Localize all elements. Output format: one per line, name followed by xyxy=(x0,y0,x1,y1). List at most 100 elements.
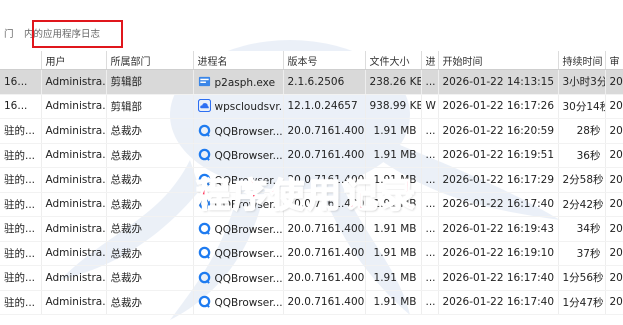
row-id-cell: 驻的... xyxy=(0,143,42,168)
duration-cell: 37秒 xyxy=(558,241,606,266)
file-size-cell: 1.91 MB xyxy=(365,265,422,291)
row-id-cell: 驻的... xyxy=(0,167,42,193)
flag-cell: ... xyxy=(421,265,439,291)
duration-cell: 34秒 xyxy=(558,216,606,242)
table-row[interactable]: 驻的... Administra... 总裁办 QQBrowser.... 20.0.7… xyxy=(0,143,623,168)
process-name-cell: QQBrowser.... xyxy=(193,290,284,315)
process-name-cell: QQBrowser.... xyxy=(193,118,284,144)
user-cell: Administra... xyxy=(41,69,107,95)
user-cell: Administra... xyxy=(41,143,107,168)
qqbrowser-icon xyxy=(198,295,215,309)
audit-cell: 202 xyxy=(605,69,623,95)
table-row[interactable]: 16... Administra... 剪辑部 wpscloudsvr... 12.1.… xyxy=(0,94,623,119)
user-cell: Administra... xyxy=(41,94,107,119)
column-header[interactable]: 持续时间 xyxy=(558,51,606,70)
qqbrowser-icon xyxy=(198,148,215,162)
start-time-cell: 2026-01-22 16:17:40 xyxy=(438,265,559,291)
row-id-cell: 驻的... xyxy=(0,241,42,266)
table-row[interactable]: 驻的... Administra... 总裁办 QQBrowser.... 20.0.7… xyxy=(0,241,623,266)
duration-cell: 2分58秒 xyxy=(558,167,606,193)
flag-cell: ... xyxy=(421,192,439,217)
start-time-cell: 2026-01-22 16:19:51 xyxy=(438,143,559,168)
table-row[interactable]: 驻的... Administra... 总裁办 QQBrowser.... 20.0.7… xyxy=(0,290,623,315)
version-cell: 20.0.7161.400 xyxy=(283,143,366,168)
dept-cell: 剪辑部 xyxy=(106,69,194,95)
table-row[interactable]: 驻的... Administra... 总裁办 QQBrowser.... 20.0.7… xyxy=(0,216,623,242)
flag-cell: ... xyxy=(421,167,439,193)
version-cell: 20.0.7161.400 xyxy=(283,265,366,291)
start-time-cell: 2026-01-22 16:17:29 xyxy=(438,167,559,193)
start-time-cell: 2026-01-22 16:19:10 xyxy=(438,241,559,266)
process-name-cell: QQBrowser.... xyxy=(193,241,284,266)
start-time-cell: 2026-01-22 16:17:26 xyxy=(438,94,559,119)
start-time-cell: 2026-01-22 16:20:59 xyxy=(438,118,559,144)
column-header[interactable] xyxy=(0,51,42,70)
audit-cell: 202 xyxy=(605,290,623,315)
dept-cell: 总裁办 xyxy=(106,216,194,242)
row-id-cell: 驻的... xyxy=(0,192,42,217)
row-id-cell: 16... xyxy=(0,94,42,119)
audit-cell: 202 xyxy=(605,241,623,266)
column-header[interactable]: 文件大小 xyxy=(365,51,422,70)
audit-cell: 202 xyxy=(605,265,623,291)
user-cell: Administra... xyxy=(41,167,107,193)
column-header[interactable]: 审 xyxy=(605,51,623,70)
column-header[interactable]: 用户 xyxy=(41,51,107,70)
row-id-cell: 驻的... xyxy=(0,290,42,315)
highlight-box xyxy=(32,20,123,48)
wps-cloud-icon xyxy=(197,99,215,113)
file-size-cell: 1.91 MB xyxy=(365,290,422,315)
dept-cell: 总裁办 xyxy=(106,192,194,217)
table-row[interactable]: 16... Administra... 剪辑部 p2asph.exe 2.1.6.250… xyxy=(0,69,623,95)
p2asph-icon xyxy=(198,76,215,89)
flag-cell: ... xyxy=(421,69,439,95)
duration-cell: 2分42秒 xyxy=(558,192,606,217)
file-size-cell: 938.99 KB xyxy=(365,94,422,119)
duration-cell: 1分56秒 xyxy=(558,265,606,291)
dept-cell: 总裁办 xyxy=(106,143,194,168)
process-name-cell: p2asph.exe xyxy=(193,69,284,95)
version-cell: 12.1.0.24657 xyxy=(283,94,366,119)
start-time-cell: 2026-01-22 16:17:40 xyxy=(438,290,559,315)
process-name-text: QQBrowser.... xyxy=(214,150,283,163)
flag-cell: W xyxy=(421,94,439,119)
duration-cell: 3小时3分 xyxy=(558,69,606,95)
column-header[interactable]: 版本号 xyxy=(283,51,366,70)
row-id-cell: 驻的... xyxy=(0,216,42,242)
table-row[interactable]: 驻的... Administra... 总裁办 QQBrowser.... 20.0.7… xyxy=(0,118,623,144)
version-cell: 20.0.7161.400 xyxy=(283,290,366,315)
process-name-text: QQBrowser.... xyxy=(214,297,283,310)
user-cell: Administra... xyxy=(41,216,107,242)
process-name-text: QQBrowser.... xyxy=(214,223,283,236)
process-name-cell: QQBrowser.... xyxy=(193,216,284,242)
user-cell: Administra... xyxy=(41,265,107,291)
flag-cell: ... xyxy=(421,241,439,266)
column-header[interactable]: 进 xyxy=(421,51,439,70)
overlay-caption: 程序使用记录 xyxy=(195,175,418,217)
process-name-text: QQBrowser.... xyxy=(214,272,283,285)
process-name-text: QQBrowser.... xyxy=(214,125,283,138)
user-cell: Administra... xyxy=(41,290,107,315)
dept-cell: 总裁办 xyxy=(106,241,194,266)
version-cell: 2.1.6.2506 xyxy=(283,69,366,95)
qqbrowser-icon xyxy=(198,222,215,236)
table-row[interactable]: 驻的... Administra... 总裁办 QQBrowser.... 20.0.7… xyxy=(0,265,623,291)
qqbrowser-icon xyxy=(198,271,215,285)
process-name-cell: QQBrowser.... xyxy=(193,143,284,168)
column-header[interactable]: 所属部门 xyxy=(106,51,194,70)
dept-cell: 剪辑部 xyxy=(106,94,194,119)
dept-cell: 总裁办 xyxy=(106,290,194,315)
dept-cell: 总裁办 xyxy=(106,118,194,144)
duration-cell: 28秒 xyxy=(558,118,606,144)
breadcrumb-prefix: 门 xyxy=(4,29,14,40)
duration-cell: 36秒 xyxy=(558,143,606,168)
user-cell: Administra... xyxy=(41,241,107,266)
column-header[interactable]: 进程名 xyxy=(193,51,284,70)
flag-cell: ... xyxy=(421,143,439,168)
qqbrowser-icon xyxy=(198,246,215,260)
version-cell: 20.0.7161.400 xyxy=(283,241,366,266)
user-cell: Administra... xyxy=(41,118,107,144)
file-size-cell: 238.26 KB xyxy=(365,69,422,95)
column-header[interactable]: 开始时间 xyxy=(438,51,559,70)
file-size-cell: 1.91 MB xyxy=(365,216,422,242)
